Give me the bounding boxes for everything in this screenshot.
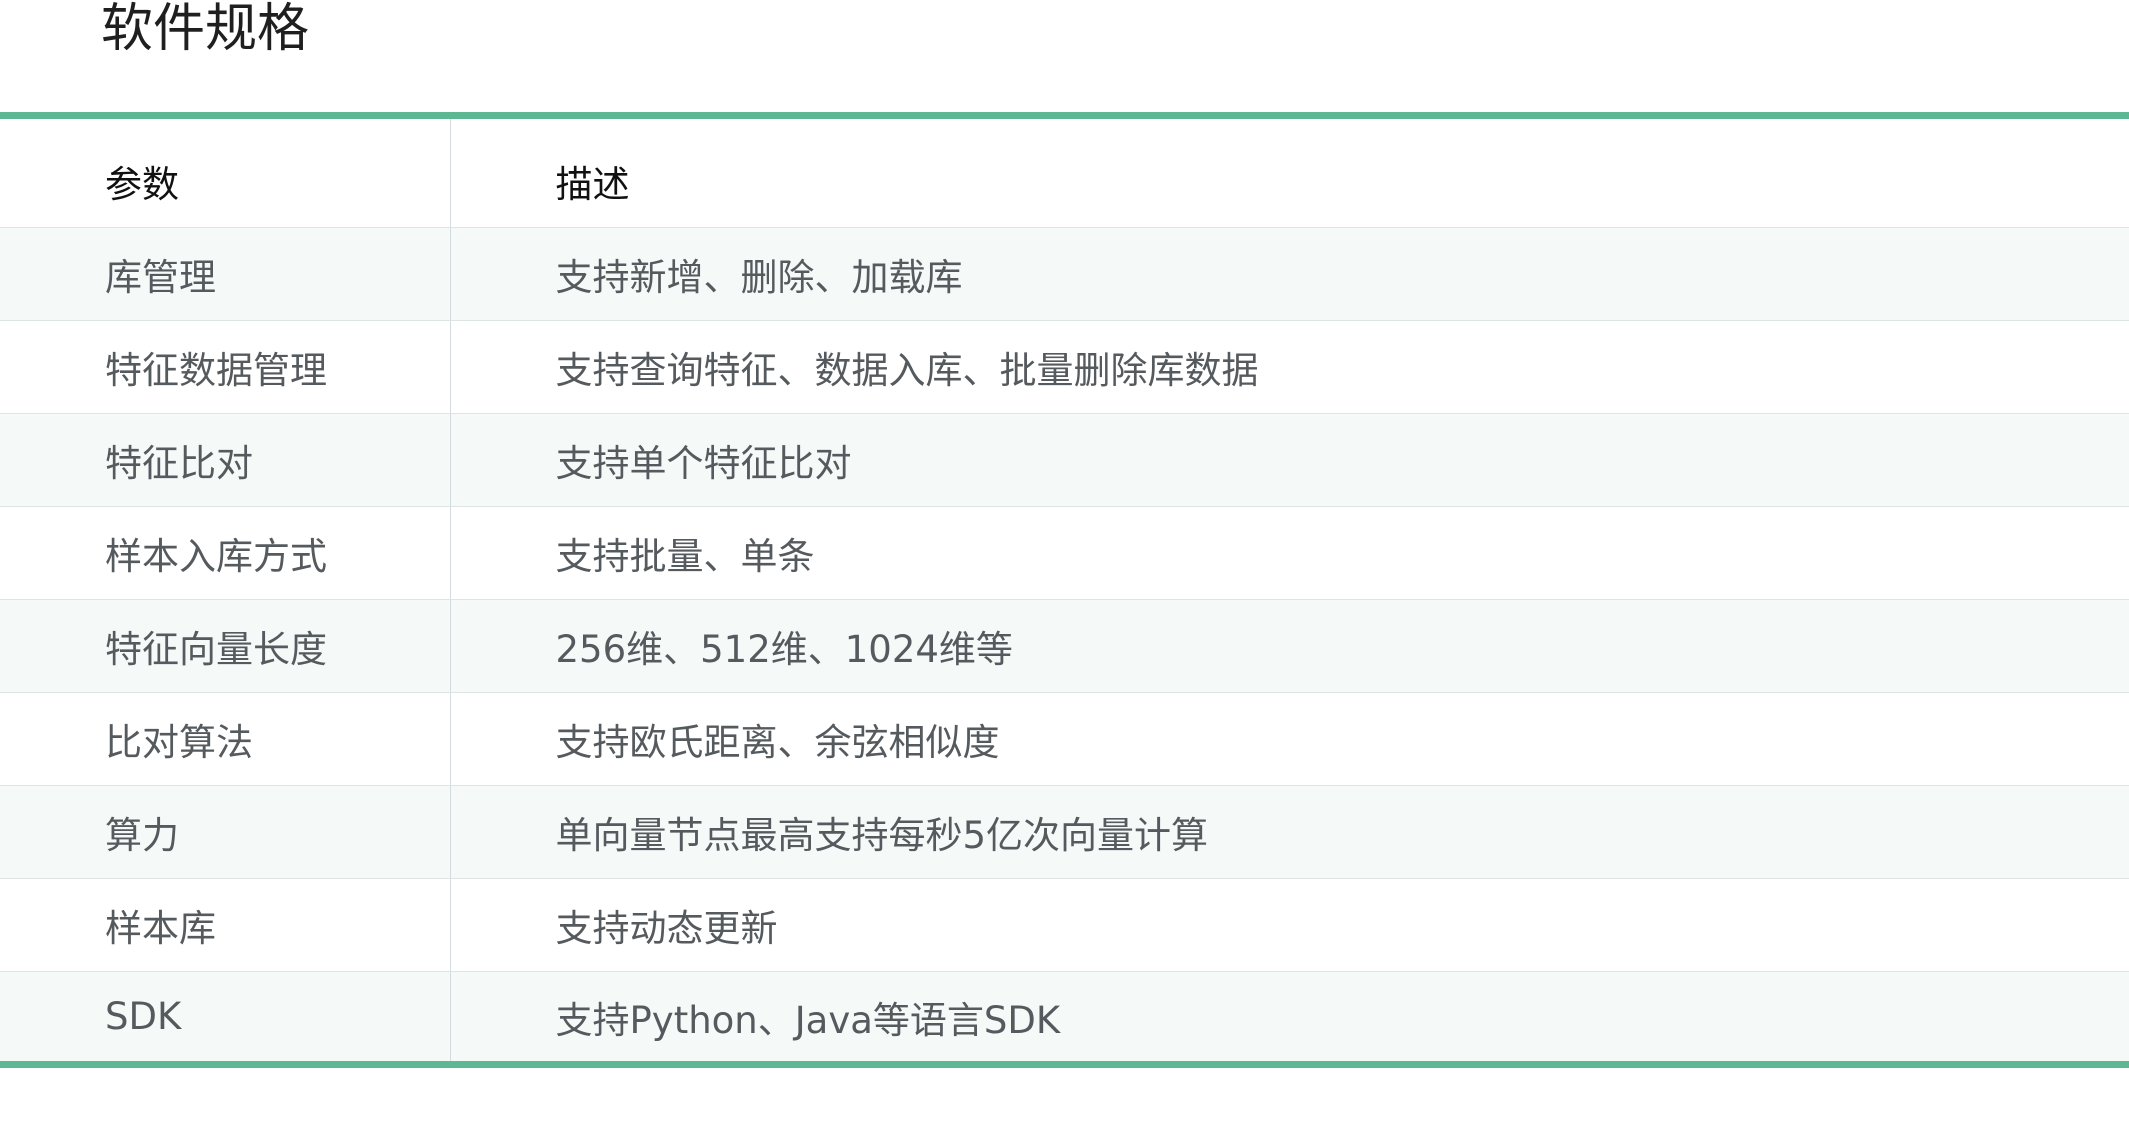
cell-desc: 256维、512维、1024维等 [450, 599, 2129, 693]
cell-param: 比对算法 [0, 692, 451, 786]
table-row: 算力 单向量节点最高支持每秒5亿次向量计算 [0, 785, 2129, 879]
table-row: 比对算法 支持欧氏距离、余弦相似度 [0, 692, 2129, 786]
page-title: 软件规格 [101, 0, 310, 59]
table-header: 参数 描述 [0, 115, 2129, 228]
cell-param: 库管理 [0, 227, 451, 321]
table-row: 样本库 支持动态更新 [0, 878, 2129, 972]
cell-param: 特征比对 [0, 413, 451, 507]
cell-desc: 单向量节点最高支持每秒5亿次向量计算 [450, 785, 2129, 879]
cell-desc: 支持新增、删除、加载库 [450, 227, 2129, 321]
cell-desc: 支持动态更新 [450, 878, 2129, 972]
table-row: 库管理 支持新增、删除、加载库 [0, 227, 2129, 321]
cell-param: 特征数据管理 [0, 320, 451, 414]
table-row: 特征向量长度 256维、512维、1024维等 [0, 599, 2129, 693]
header-desc: 描述 [450, 115, 2129, 228]
table-row: 特征比对 支持单个特征比对 [0, 413, 2129, 507]
header-row: 参数 描述 [0, 115, 2129, 228]
header-param: 参数 [0, 115, 451, 228]
table-row: 特征数据管理 支持查询特征、数据入库、批量删除库数据 [0, 320, 2129, 414]
cell-desc: 支持Python、Java等语言SDK [450, 971, 2129, 1065]
cell-desc: 支持欧氏距离、余弦相似度 [450, 692, 2129, 786]
spec-table: 参数 描述 库管理 支持新增、删除、加载库 特征数据管理 支持查询特征、数据入库… [0, 112, 2129, 1068]
table-row: SDK 支持Python、Java等语言SDK [0, 971, 2129, 1065]
cell-desc: 支持批量、单条 [450, 506, 2129, 600]
cell-param: 样本库 [0, 878, 451, 972]
cell-param: 算力 [0, 785, 451, 879]
cell-param: SDK [0, 971, 451, 1065]
table-row: 样本入库方式 支持批量、单条 [0, 506, 2129, 600]
cell-param: 特征向量长度 [0, 599, 451, 693]
table-body: 库管理 支持新增、删除、加载库 特征数据管理 支持查询特征、数据入库、批量删除库… [0, 227, 2129, 1065]
cell-desc: 支持查询特征、数据入库、批量删除库数据 [450, 320, 2129, 414]
cell-param: 样本入库方式 [0, 506, 451, 600]
cell-desc: 支持单个特征比对 [450, 413, 2129, 507]
